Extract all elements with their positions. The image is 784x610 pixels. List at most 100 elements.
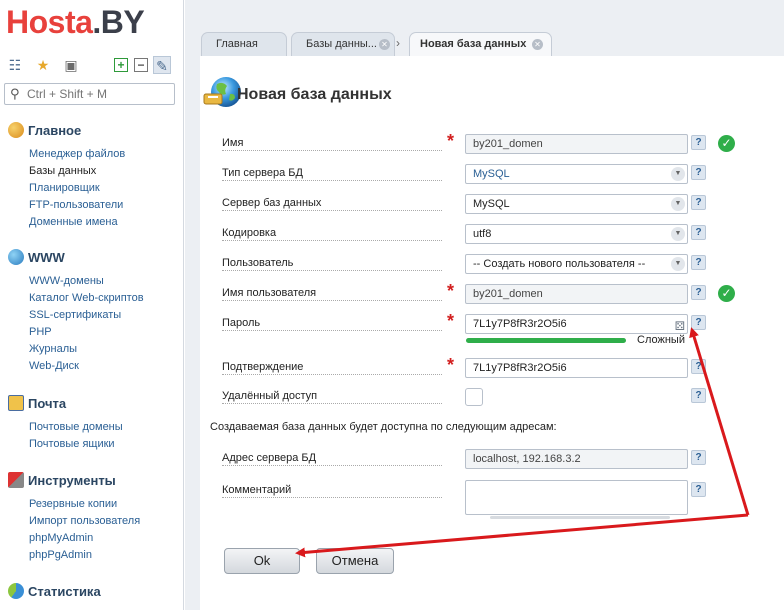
logo: Hosta.BY bbox=[6, 4, 145, 40]
server-type-label: Тип сервера БД bbox=[222, 167, 305, 179]
ok-button[interactable]: Ok bbox=[224, 548, 300, 574]
sidebar-item-ftp-users[interactable]: FTP-пользователи bbox=[29, 197, 125, 214]
sidebar-item-databases[interactable]: Базы данных bbox=[29, 163, 125, 180]
home-icon bbox=[8, 122, 24, 138]
sidebar-item-phppgadmin[interactable]: phpPgAdmin bbox=[29, 547, 140, 564]
tab-bar: Главная Базы данны... ✕ › Новая база дан… bbox=[185, 32, 784, 56]
help-icon[interactable]: ? bbox=[691, 315, 706, 330]
logo-part1: Hosta bbox=[6, 4, 93, 40]
sidebar-item-import-user[interactable]: Импорт пользователя bbox=[29, 513, 140, 530]
chevron-down-icon: ▼ bbox=[671, 227, 685, 241]
sidebar-item-backups[interactable]: Резервные копии bbox=[29, 496, 140, 513]
sidebar-section-main: Главное Менеджер файлов Базы данных План… bbox=[8, 122, 125, 231]
sidebar-section-header[interactable]: WWW bbox=[8, 249, 144, 267]
help-icon[interactable]: ? bbox=[691, 285, 706, 300]
sidebar-section-header[interactable]: Почта bbox=[8, 395, 123, 413]
search-box[interactable]: ⚲ bbox=[4, 83, 175, 105]
help-icon[interactable]: ? bbox=[691, 359, 706, 374]
tab-databases[interactable]: Базы данны... ✕ bbox=[291, 32, 395, 56]
horizontal-scrollbar[interactable] bbox=[490, 516, 670, 519]
cancel-button[interactable]: Отмена bbox=[316, 548, 394, 574]
sidebar-item-domain-names[interactable]: Доменные имена bbox=[29, 214, 125, 231]
stats-pie-icon bbox=[8, 583, 24, 599]
favorites-star-icon[interactable]: ★ bbox=[34, 56, 52, 74]
remote-access-checkbox[interactable] bbox=[465, 388, 483, 406]
help-icon[interactable]: ? bbox=[691, 165, 706, 180]
sidebar-item-web-scripts[interactable]: Каталог Web-скриптов bbox=[29, 290, 144, 307]
tab-label: Главная bbox=[216, 38, 258, 50]
sidebar-item-scheduler[interactable]: Планировщик bbox=[29, 180, 125, 197]
password-strength-label: Сложный bbox=[637, 334, 685, 346]
help-icon[interactable]: ? bbox=[691, 225, 706, 240]
tree-view-icon[interactable]: ☷ bbox=[6, 56, 24, 74]
confirm-label: Подтверждение bbox=[222, 361, 306, 373]
db-server-value: MySQL bbox=[473, 198, 510, 210]
sidebar-section-header[interactable]: Инструменты bbox=[8, 472, 140, 490]
sidebar-section-www: WWW WWW-домены Каталог Web-скриптов SSL-… bbox=[8, 249, 144, 375]
help-icon[interactable]: ? bbox=[691, 135, 706, 150]
section-title: Почта bbox=[28, 396, 67, 411]
address-input[interactable]: localhost, 192.168.3.2 bbox=[465, 449, 688, 469]
help-icon[interactable]: ? bbox=[691, 482, 706, 497]
sidebar-item-www-domains[interactable]: WWW-домены bbox=[29, 273, 144, 290]
sidebar-section-tools: Инструменты Резервные копии Импорт польз… bbox=[8, 472, 140, 564]
sidebar-section-header[interactable]: Главное bbox=[8, 122, 125, 140]
remote-access-row: Удалённый доступ ? bbox=[222, 386, 782, 408]
server-type-select[interactable]: MySQL ▼ bbox=[465, 164, 688, 184]
user-select[interactable]: -- Создать нового пользователя -- ▼ bbox=[465, 254, 688, 274]
close-tab-icon[interactable]: ✕ bbox=[379, 39, 390, 50]
password-value: 7L1y7P8fR3r2O5i6 bbox=[473, 318, 567, 330]
briefcase-icon[interactable]: ▣ bbox=[62, 56, 80, 74]
encoding-row: Кодировка utf8 ▼ ? bbox=[222, 223, 782, 245]
confirm-input[interactable]: 7L1y7P8fR3r2O5i6 bbox=[465, 358, 688, 378]
sidebar-item-mailboxes[interactable]: Почтовые ящики bbox=[29, 436, 123, 453]
user-value: -- Создать нового пользователя -- bbox=[473, 258, 646, 270]
search-input[interactable] bbox=[27, 86, 172, 102]
generate-password-icon[interactable]: ⚄ bbox=[675, 317, 685, 333]
tab-label: Базы данны... bbox=[306, 38, 377, 50]
expand-all-icon[interactable]: + bbox=[114, 58, 128, 72]
sidebar-item-ssl[interactable]: SSL-сертификаты bbox=[29, 307, 144, 324]
user-row: Пользователь -- Создать нового пользоват… bbox=[222, 253, 782, 275]
username-input[interactable]: by201_domen bbox=[465, 284, 688, 304]
name-input[interactable]: by201_domen bbox=[465, 134, 688, 154]
required-asterisk: * bbox=[447, 131, 455, 151]
address-label: Адрес сервера БД bbox=[222, 452, 319, 464]
address-row: Адрес сервера БД localhost, 192.168.3.2 … bbox=[222, 448, 782, 470]
password-row: Пароль * 7L1y7P8fR3r2O5i6 ⚄ ? bbox=[222, 311, 782, 335]
user-label: Пользователь bbox=[222, 257, 296, 269]
username-row: Имя пользователя * by201_domen ? ✓ bbox=[222, 281, 782, 305]
tab-home[interactable]: Главная bbox=[201, 32, 287, 56]
sidebar-item-logs[interactable]: Журналы bbox=[29, 341, 144, 358]
database-globe-icon bbox=[203, 77, 241, 107]
sidebar-item-web-disk[interactable]: Web-Диск bbox=[29, 358, 144, 375]
address-info-text: Создаваемая база данных будет доступна п… bbox=[210, 421, 557, 433]
password-label: Пароль bbox=[222, 317, 263, 329]
server-type-value: MySQL bbox=[473, 168, 510, 180]
pin-icon[interactable]: ✎ bbox=[153, 56, 171, 74]
app-window: Hosta.BY ☷ ★ ▣ + − ✎ ⚲ Главное Менеджер … bbox=[0, 0, 784, 610]
help-icon[interactable]: ? bbox=[691, 388, 706, 403]
sidebar-section-stats: Статистика bbox=[8, 583, 101, 601]
db-server-select[interactable]: MySQL ▼ bbox=[465, 194, 688, 214]
sidebar-item-phpmyadmin[interactable]: phpMyAdmin bbox=[29, 530, 140, 547]
encoding-value: utf8 bbox=[473, 228, 492, 240]
valid-check-icon: ✓ bbox=[718, 285, 735, 302]
encoding-select[interactable]: utf8 ▼ bbox=[465, 224, 688, 244]
sidebar-item-php[interactable]: PHP bbox=[29, 324, 144, 341]
help-icon[interactable]: ? bbox=[691, 450, 706, 465]
sidebar-item-mail-domains[interactable]: Почтовые домены bbox=[29, 419, 123, 436]
sidebar-item-file-manager[interactable]: Менеджер файлов bbox=[29, 146, 125, 163]
required-asterisk: * bbox=[447, 311, 455, 331]
tab-new-database[interactable]: Новая база данных ✕ bbox=[409, 32, 552, 56]
globe-icon bbox=[8, 249, 24, 265]
comment-textarea[interactable] bbox=[465, 480, 688, 515]
collapse-all-icon[interactable]: − bbox=[134, 58, 148, 72]
sidebar-section-header[interactable]: Статистика bbox=[8, 583, 101, 601]
help-icon[interactable]: ? bbox=[691, 195, 706, 210]
required-asterisk: * bbox=[447, 355, 455, 375]
password-input[interactable]: 7L1y7P8fR3r2O5i6 ⚄ bbox=[465, 314, 688, 334]
close-tab-icon[interactable]: ✕ bbox=[532, 39, 543, 50]
help-icon[interactable]: ? bbox=[691, 255, 706, 270]
sidebar-toolbar: ☷ ★ ▣ + − ✎ bbox=[6, 56, 176, 76]
